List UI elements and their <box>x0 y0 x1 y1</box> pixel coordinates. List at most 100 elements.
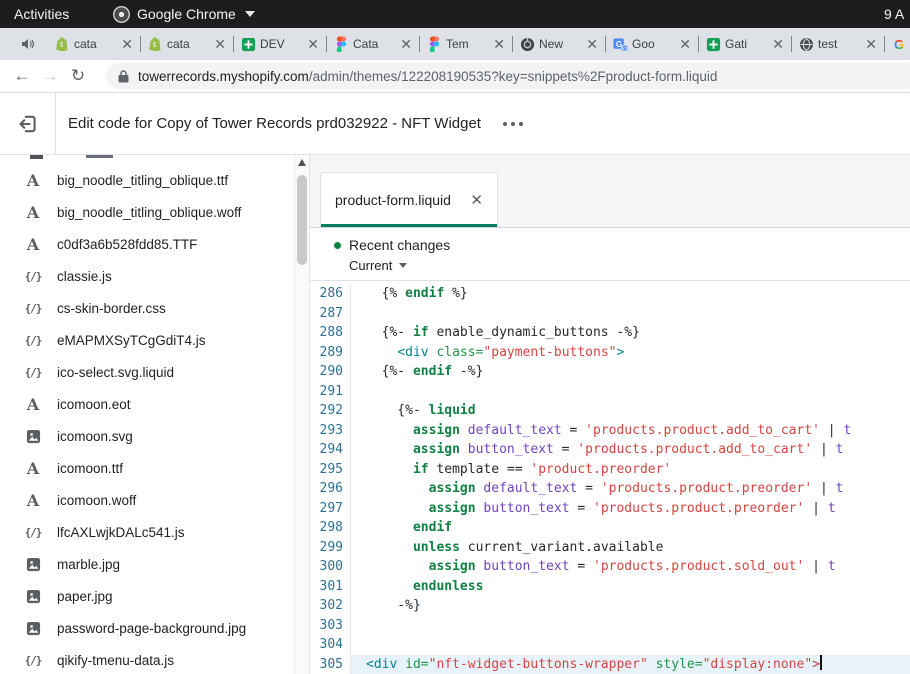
translate-icon: G文 <box>612 36 628 52</box>
app-menu-button[interactable]: Google Chrome <box>113 6 255 23</box>
code-line[interactable]: 294 assign button_text = 'products.produ… <box>310 440 910 460</box>
file-item[interactable]: password-page-background.jpg <box>0 612 309 644</box>
file-name: icomoon.eot <box>57 397 131 412</box>
code-line[interactable]: 286 {% endif %} <box>310 284 910 304</box>
tab-close-icon[interactable]: ✕ <box>400 37 412 51</box>
code-line[interactable]: 293 assign default_text = 'products.prod… <box>310 421 910 441</box>
code-line[interactable]: 300 assign button_text = 'products.produ… <box>310 557 910 577</box>
browser-tab[interactable]: cata✕ <box>140 28 233 60</box>
browser-tab[interactable]: G <box>884 28 910 60</box>
code-line-content: <div id="nft-widget-buttons-wrapper" sty… <box>351 655 910 674</box>
editor-tab-bar: product-form.liquid ✕ <box>310 155 910 228</box>
file-item[interactable]: Abig_noodle_titling_oblique.woff <box>0 196 309 228</box>
code-line-content <box>351 304 910 324</box>
code-line[interactable]: 301 endunless <box>310 577 910 597</box>
code-line-content <box>351 635 910 655</box>
file-item[interactable]: Aicomoon.ttf <box>0 452 309 484</box>
browser-tab-title: cata <box>74 37 117 51</box>
code-line-content: {% endif %} <box>351 284 910 304</box>
code-line-content: {%- if enable_dynamic_buttons -%} <box>351 323 910 343</box>
tab-close-icon[interactable]: ✕ <box>679 37 691 51</box>
browser-tab[interactable]: cata ✕ <box>47 28 140 60</box>
code-line[interactable]: 305<div id="nft-widget-buttons-wrapper" … <box>310 655 910 674</box>
file-item[interactable]: Ac0df3a6b528fdd85.TTF <box>0 228 309 260</box>
file-item[interactable]: {/}classie.js <box>0 260 309 292</box>
tab-close-icon[interactable]: ✕ <box>470 191 483 209</box>
browser-tab[interactable]: New✕ <box>512 28 605 60</box>
file-item[interactable]: marble.jpg <box>0 548 309 580</box>
line-number: 297 <box>310 499 351 519</box>
version-dropdown[interactable]: Current <box>349 258 910 273</box>
file-item[interactable]: Abig_noodle_titling_oblique.ttf <box>0 164 309 196</box>
browser-tab-list: cata✕cata✕DEV✕Cata✕Tem✕New✕G文Goo✕Gati✕te… <box>47 28 910 60</box>
file-item[interactable]: paper.jpg <box>0 580 309 612</box>
code-line[interactable]: 292 {%- liquid <box>310 401 910 421</box>
tab-close-icon[interactable]: ✕ <box>307 37 319 51</box>
sheets-icon <box>705 36 721 52</box>
line-number: 287 <box>310 304 351 324</box>
tab-close-icon[interactable]: ✕ <box>121 37 133 51</box>
browser-tab[interactable]: DEV✕ <box>233 28 326 60</box>
scroll-up-icon[interactable] <box>298 159 306 166</box>
line-number: 302 <box>310 596 351 616</box>
code-line[interactable]: 303 <box>310 616 910 636</box>
sidebar-scrollbar[interactable] <box>294 155 309 674</box>
code-line[interactable]: 296 assign default_text = 'products.prod… <box>310 479 910 499</box>
exit-wrap <box>0 93 56 154</box>
activities-button[interactable]: Activities <box>0 0 83 28</box>
figma-icon <box>333 36 349 52</box>
file-item[interactable]: {/}qikify-tmenu-data.js <box>0 644 309 674</box>
system-clock: 9 A <box>884 6 910 22</box>
code-editor[interactable]: 286 {% endif %}287 288 {%- if enable_dyn… <box>310 281 910 674</box>
image-file-icon <box>22 429 44 444</box>
code-line[interactable]: 288 {%- if enable_dynamic_buttons -%} <box>310 323 910 343</box>
forward-button[interactable]: → <box>36 66 64 86</box>
file-name: big_noodle_titling_oblique.ttf <box>57 173 228 188</box>
code-line[interactable]: 291 <box>310 382 910 402</box>
code-line[interactable]: 302 -%} <box>310 596 910 616</box>
file-name: lfcAXLwjkDALc541.js <box>57 525 185 540</box>
code-line[interactable]: 304 <box>310 635 910 655</box>
scrollbar-thumb[interactable] <box>297 175 307 265</box>
code-line[interactable]: 299 unless current_variant.available <box>310 538 910 558</box>
more-actions-button[interactable] <box>503 122 523 126</box>
browser-tab[interactable]: Gati✕ <box>698 28 791 60</box>
browser-tab[interactable]: test✕ <box>791 28 884 60</box>
tab-close-icon[interactable]: ✕ <box>493 37 505 51</box>
exit-code-editor-button[interactable] <box>17 113 39 135</box>
tab-close-icon[interactable]: ✕ <box>772 37 784 51</box>
file-item[interactable]: {/}cs-skin-border.css <box>0 292 309 324</box>
file-list: Abig_noodle_titling_oblique.ttfAbig_nood… <box>0 155 309 674</box>
code-line-content: {%- endif -%} <box>351 362 910 382</box>
file-name: icomoon.woff <box>57 493 136 508</box>
line-number: 300 <box>310 557 351 577</box>
line-number: 299 <box>310 538 351 558</box>
font-file-icon: A <box>22 235 44 254</box>
file-item[interactable]: {/}ico-select.svg.liquid <box>0 356 309 388</box>
browser-tab[interactable]: G文Goo✕ <box>605 28 698 60</box>
back-button[interactable]: ← <box>8 66 36 86</box>
globe-icon <box>798 36 814 52</box>
code-line[interactable]: 287 <box>310 304 910 324</box>
browser-tab[interactable]: Cata ✕ <box>326 28 419 60</box>
editor-file-tab[interactable]: product-form.liquid ✕ <box>320 172 498 227</box>
line-number: 303 <box>310 616 351 636</box>
browser-tab-title: Cata <box>353 37 396 51</box>
file-item[interactable]: {/}eMAPMXSyTCgGdiT4.js <box>0 324 309 356</box>
tab-close-icon[interactable]: ✕ <box>586 37 598 51</box>
address-bar[interactable]: towerrecords.myshopify.com/admin/themes/… <box>106 63 910 89</box>
tab-close-icon[interactable]: ✕ <box>214 37 226 51</box>
file-item[interactable]: Aicomoon.woff <box>0 484 309 516</box>
reload-button[interactable]: ↻ <box>64 66 92 86</box>
code-line[interactable]: 295 if template == 'product.preorder' <box>310 460 910 480</box>
file-item[interactable]: icomoon.svg <box>0 420 309 452</box>
file-item[interactable]: Aicomoon.eot <box>0 388 309 420</box>
line-number: 296 <box>310 479 351 499</box>
code-line[interactable]: 297 assign button_text = 'products.produ… <box>310 499 910 519</box>
code-line[interactable]: 290 {%- endif -%} <box>310 362 910 382</box>
code-line[interactable]: 289 <div class="payment-buttons"> <box>310 343 910 363</box>
browser-tab[interactable]: Tem✕ <box>419 28 512 60</box>
code-line[interactable]: 298 endif <box>310 518 910 538</box>
file-item[interactable]: {/}lfcAXLwjkDALc541.js <box>0 516 309 548</box>
tab-close-icon[interactable]: ✕ <box>865 37 877 51</box>
